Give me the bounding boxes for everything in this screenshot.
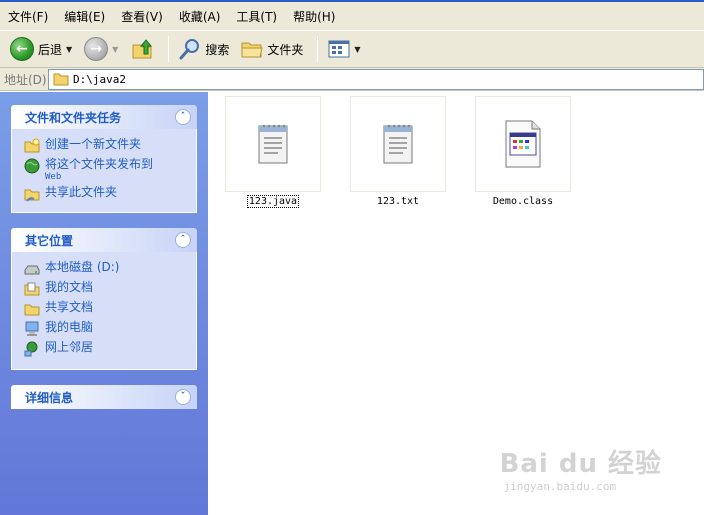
task-new-folder-label: 创建一个新文件夹 — [45, 137, 142, 151]
file-thumbnail — [475, 96, 571, 192]
task-share-folder[interactable]: 共享此文件夹 — [24, 185, 196, 205]
folder-icon — [53, 73, 69, 86]
place-my-documents[interactable]: 我的文档 — [24, 280, 196, 300]
text-file-icon — [258, 124, 288, 164]
address-value: D:\java2 — [73, 72, 126, 86]
folders-icon — [241, 42, 263, 58]
task-publish-web[interactable]: 将这个文件夹发布到 Web — [24, 157, 196, 185]
details-header[interactable]: 详细信息 ˇ — [11, 385, 197, 409]
file-tasks-body: 创建一个新文件夹 将这个文件夹发布到 Web 共享此文件夹 — [11, 129, 197, 213]
baidu-watermark: Bai du 经验 jingyan.baidu.com — [500, 443, 663, 493]
file-thumbnail — [225, 96, 321, 192]
details-title: 详细信息 — [25, 390, 74, 405]
folders-button[interactable]: 文件夹 — [237, 34, 307, 64]
my-computer-icon — [25, 321, 39, 336]
menu-edit[interactable]: 编辑(E) — [64, 8, 105, 25]
place-my-documents-label: 我的文档 — [45, 280, 94, 294]
search-icon — [179, 39, 200, 60]
watermark-logo: Bai du 经验 — [499, 449, 662, 479]
folders-label: 文件夹 — [267, 42, 304, 57]
place-my-computer[interactable]: 我的电脑 — [24, 320, 196, 340]
network-icon — [24, 341, 38, 357]
place-my-computer-label: 我的电脑 — [45, 320, 94, 334]
task-publish-web-label: 将这个文件夹发布到 — [45, 157, 154, 171]
class-file-icon — [505, 120, 541, 168]
menu-view[interactable]: 查看(V) — [121, 8, 163, 25]
other-places-header[interactable]: 其它位置 ˆ — [11, 228, 197, 252]
views-icon — [328, 40, 350, 58]
back-label: 后退 — [38, 42, 63, 57]
text-file-icon — [383, 124, 413, 164]
my-documents-icon — [24, 282, 40, 296]
back-arrow-icon: ← — [10, 37, 34, 61]
watermark-url: jingyan.baidu.com — [503, 480, 617, 493]
file-name: 123.txt — [376, 196, 420, 207]
other-places-body: 本地磁盘 (D:) 我的文档 共享文档 我的电脑 网上邻居 — [11, 252, 197, 370]
hard-disk-icon — [24, 265, 40, 275]
back-button[interactable]: ← 后退 ▼ — [6, 34, 76, 64]
menu-favorites[interactable]: 收藏(A) — [179, 8, 221, 25]
globe-icon — [24, 158, 40, 174]
details-panel: 详细信息 ˇ — [11, 385, 197, 409]
place-local-disk-label: 本地磁盘 (D:) — [45, 260, 120, 274]
file-name: Demo.class — [492, 196, 554, 207]
file-list: 123.java 123.txt Demo.class Bai du 经验 ji… — [208, 92, 704, 515]
task-new-folder[interactable]: 创建一个新文件夹 — [24, 137, 196, 157]
file-thumbnail — [350, 96, 446, 192]
forward-button[interactable]: → ▼ — [80, 34, 122, 64]
views-button[interactable]: ▼ — [324, 34, 364, 64]
forward-dropdown-icon[interactable]: ▼ — [112, 45, 118, 54]
collapse-up-icon[interactable]: ˆ — [175, 232, 191, 248]
place-local-disk[interactable]: 本地磁盘 (D:) — [24, 260, 196, 280]
up-folder-button[interactable] — [126, 34, 158, 64]
menu-tools[interactable]: 工具(T) — [236, 8, 277, 25]
share-folder-icon — [24, 189, 40, 202]
up-folder-icon — [132, 39, 153, 59]
file-item[interactable]: Demo.class — [468, 96, 578, 207]
explorer-window: 文件(F) 编辑(E) 查看(V) 收藏(A) 工具(T) 帮助(H) ← 后退… — [0, 0, 704, 515]
toolbar-separator — [317, 36, 319, 62]
other-places-title: 其它位置 — [25, 233, 74, 248]
menu-help[interactable]: 帮助(H) — [293, 8, 335, 25]
file-tasks-title: 文件和文件夹任务 — [25, 110, 122, 125]
file-item[interactable]: 123.java — [218, 96, 328, 208]
menu-bar: 文件(F) 编辑(E) 查看(V) 收藏(A) 工具(T) 帮助(H) — [0, 0, 704, 30]
address-label: 地址(D) — [4, 72, 47, 87]
place-network[interactable]: 网上邻居 — [24, 340, 196, 360]
file-tasks-header[interactable]: 文件和文件夹任务 ˆ — [11, 105, 197, 129]
address-bar: 地址(D) D:\java2 — [0, 68, 704, 91]
address-input[interactable]: D:\java2 — [48, 68, 704, 90]
file-item[interactable]: 123.txt — [343, 96, 453, 207]
search-label: 搜索 — [205, 42, 230, 57]
file-tasks-panel: 文件和文件夹任务 ˆ 创建一个新文件夹 将这个文件夹发布到 Web 共享此文件夹 — [11, 105, 197, 213]
search-button[interactable]: 搜索 — [175, 34, 233, 64]
shared-documents-icon — [24, 304, 40, 316]
forward-arrow-icon: → — [84, 37, 109, 61]
collapse-up-icon[interactable]: ˆ — [175, 109, 191, 125]
place-shared-documents-label: 共享文档 — [45, 300, 94, 314]
place-shared-documents[interactable]: 共享文档 — [24, 300, 196, 320]
toolbar: ← 后退 ▼ → ▼ 搜索 文件夹 ▼ — [0, 30, 704, 68]
expand-down-icon[interactable]: ˇ — [175, 389, 191, 405]
place-network-label: 网上邻居 — [45, 340, 94, 354]
new-folder-icon — [24, 138, 40, 153]
toolbar-separator — [168, 36, 170, 62]
file-name: 123.java — [246, 195, 300, 208]
other-places-panel: 其它位置 ˆ 本地磁盘 (D:) 我的文档 共享文档 我的电脑 网上邻居 — [11, 228, 197, 370]
menu-file[interactable]: 文件(F) — [8, 8, 48, 25]
task-pane: 文件和文件夹任务 ˆ 创建一个新文件夹 将这个文件夹发布到 Web 共享此文件夹… — [0, 92, 208, 515]
task-share-folder-label: 共享此文件夹 — [45, 185, 118, 199]
back-dropdown-icon[interactable]: ▼ — [66, 45, 72, 54]
views-dropdown-icon: ▼ — [354, 44, 361, 54]
task-publish-web-sub: Web — [45, 172, 62, 182]
